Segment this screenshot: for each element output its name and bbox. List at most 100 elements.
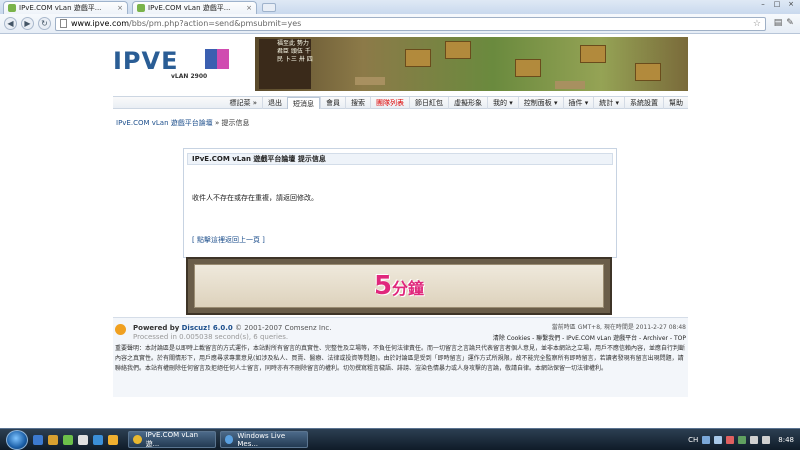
powered-by: Powered by Discuz! 6.0.0 © 2001-2007 Com… [133,324,331,332]
volume-icon[interactable] [762,436,771,444]
menu-settings[interactable]: 系統設置 [624,96,663,109]
wrench-icon[interactable]: ✎ [784,18,796,30]
messenger-task-icon [225,435,234,444]
minimize-icon[interactable]: – [756,0,770,11]
discuz-logo-icon [115,324,126,335]
bookmark-star-icon[interactable]: ☆ [753,19,761,29]
site-banner: IPVE vLAN 2900 福至此 勢力 君臣 頭伍 千民 卜三 卅 四 [113,37,688,91]
banner-game-art: 福至此 勢力 君臣 頭伍 千民 卜三 卅 四 [255,37,688,91]
site-logo[interactable]: IPVE vLAN 2900 [113,47,229,81]
language-indicator[interactable]: CH [688,436,698,444]
page-content: IPVE vLAN 2900 福至此 勢力 君臣 頭伍 千民 卜三 卅 四 標記… [0,35,800,428]
favicon-icon [137,4,145,12]
task-label: IPvE.COM vLan 遊... [145,430,199,448]
logo-text: IPVE [113,47,179,75]
browser-tab-2[interactable]: IPvE.COM vLan 遊戲平... × [132,1,257,14]
close-tab-icon[interactable]: × [117,4,123,12]
windows-taskbar: IPvE.COM vLan 遊... Windows Live Mes... C… [0,428,800,450]
building [515,59,541,77]
folder-icon[interactable] [48,434,58,445]
task-messenger[interactable]: Windows Live Mes... [220,431,308,448]
browser-tab-1[interactable]: IPvE.COM vLan 遊戲平... × [3,1,128,14]
task-chrome[interactable]: IPvE.COM vLan 遊... [128,431,216,448]
ad-banner[interactable]: 5分鐘 [186,257,612,315]
footer: Powered by Discuz! 6.0.0 © 2001-2007 Com… [113,317,688,397]
menu-members[interactable]: 會員 [320,96,345,109]
menu-bookmark[interactable]: 標記菜 » [224,97,262,109]
favicon-icon [8,4,16,12]
url-host: www.ipve.com [71,19,130,28]
menu-help[interactable]: 幫助 [663,96,688,109]
task-label: Windows Live Mes... [237,431,286,448]
tab-label: IPvE.COM vLan 遊戲平... [19,4,102,12]
menu-stats[interactable]: 統計 ▾ [593,96,624,109]
menu-pm[interactable]: 短消息 [287,96,320,109]
menu-redpacket[interactable]: 節日紅包 [409,96,448,109]
menu-search[interactable]: 搜索 [345,96,370,109]
maximize-icon[interactable]: □ [770,0,784,11]
media-icon[interactable] [63,434,73,445]
hero-text: 福至此 勢力 君臣 頭伍 千民 卜三 卅 四 [277,40,313,63]
breadcrumb: IPvE.COM vLan 遊戲平台論壇 » 提示信息 [116,118,249,128]
messenger-icon[interactable] [93,434,103,445]
wall [355,77,385,85]
clock[interactable]: 8:48 [778,436,794,444]
url-path: /bbs/pm.php?action=send&pmsubmit=yes [129,19,302,28]
tray-icon[interactable] [726,436,735,444]
ad-text: 5分鐘 [195,271,603,301]
chrome-icon [133,435,142,444]
message-header: IPvE.COM vLan 遊戲平台論壇 提示信息 [187,153,613,165]
copyright: © 2001-2007 Comsenz Inc. [235,324,332,332]
building [405,49,431,67]
tray-icon[interactable] [714,436,723,444]
breadcrumb-current: 提示信息 [221,119,250,127]
menu-avatar[interactable]: 虛擬形象 [448,96,487,109]
footer-links[interactable]: 清除 Cookies - 聯繫我們 - IPvE.COM vLan 遊戲平台 -… [493,333,686,342]
chrome-quicklaunch-icon[interactable] [108,434,118,445]
back-icon[interactable]: ◀ [4,17,17,30]
legal-notice: 重要聲明：本討論區是以即時上載留言的方式運作，本站對所有留言的真實性、完整性及立… [115,345,686,372]
logo-mark [205,49,229,69]
forward-icon[interactable]: ▶ [21,17,34,30]
ad-small: 分鐘 [392,279,425,298]
message-text: 收件人不存在或存在重複，請返回修改。 [192,194,318,202]
address-bar[interactable]: www.ipve.com /bbs/pm.php?action=send&pms… [55,16,766,31]
ad-big: 5 [373,271,393,301]
reload-icon[interactable]: ↻ [38,17,51,30]
menu-logout[interactable]: 退出 [262,96,287,109]
breadcrumb-site-link[interactable]: IPvE.COM vLan 遊戲平台論壇 [116,119,213,127]
start-button[interactable] [6,429,28,450]
time-info: 當前時區 GMT+8, 現在時間是 2011-2-27 08:48 [551,324,686,331]
forum-menu: 標記菜 » 退出 短消息 會員 搜索 團隊列表 節日紅包 虛擬形象 我的 ▾ 控… [113,96,688,109]
processed-info: Processed in 0.005038 second(s), 6 queri… [133,333,289,341]
wall [555,81,585,89]
page-menu-icon[interactable]: ▤ [772,18,784,30]
new-tab-button[interactable] [262,3,276,12]
building [580,45,606,63]
building [635,63,661,81]
tab-strip: IPvE.COM vLan 遊戲平... × IPvE.COM vLan 遊戲平… [0,0,800,14]
menu-control-panel[interactable]: 控制面板 ▾ [517,96,563,109]
message-box: IPvE.COM vLan 遊戲平台論壇 提示信息 收件人不存在或存在重複，請返… [183,148,617,258]
tray-icon[interactable] [702,436,711,444]
network-icon[interactable] [750,436,759,444]
close-tab-icon[interactable]: × [246,4,252,12]
ie-icon[interactable] [33,434,43,445]
browser-toolbar: ◀ ▶ ↻ www.ipve.com /bbs/pm.php?action=se… [0,14,800,34]
menu-plugins[interactable]: 插件 ▾ [562,96,594,109]
page-icon [60,19,67,28]
window-controls: – □ × [756,0,798,11]
menu-team[interactable]: 團隊列表 [370,96,409,109]
ad-inner: 5分鐘 [194,264,604,308]
system-tray: CH 8:48 [688,429,800,450]
logo-sub: vLAN 2900 [171,73,208,80]
show-desktop-icon[interactable] [78,434,88,445]
tab-label: IPvE.COM vLan 遊戲平... [148,4,231,12]
tray-icon[interactable] [738,436,747,444]
back-link[interactable]: [ 點擊這裡返回上一頁 ] [192,235,265,245]
powered-label: Powered by [133,324,180,332]
close-window-icon[interactable]: × [784,0,798,11]
product-link[interactable]: Discuz! 6.0.0 [182,324,233,332]
building [445,41,471,59]
menu-my[interactable]: 我的 ▾ [487,96,518,109]
